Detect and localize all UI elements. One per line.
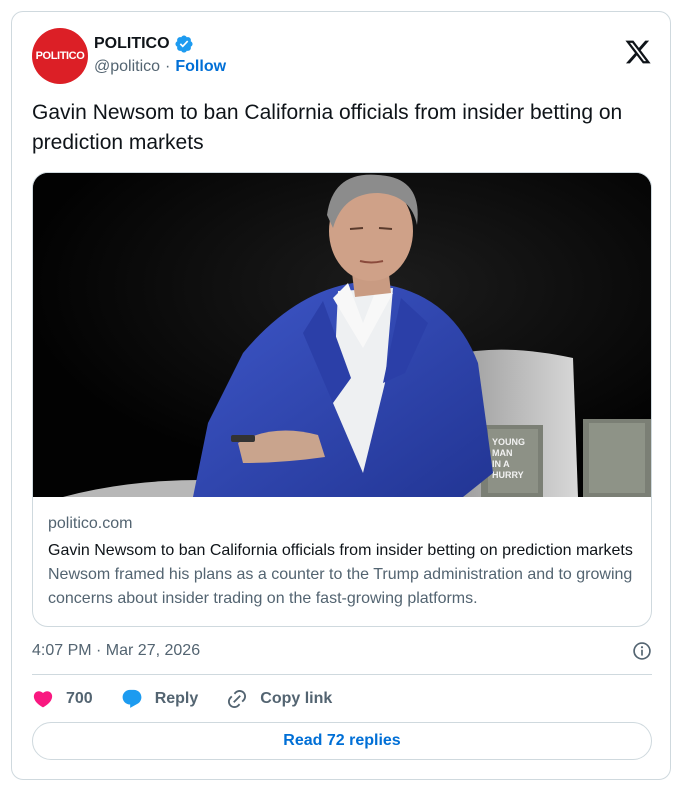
link-title: Gavin Newsom to ban California officials… [48, 542, 633, 559]
copy-link-label: Copy link [260, 690, 333, 707]
link-preview-card[interactable]: YOUNG MAN IN A HURRY politico.com Gavin … [32, 172, 652, 627]
post-timestamp[interactable]: 4:07 PM · Mar 27, 2026 [32, 642, 200, 660]
read-replies-label: Read 72 replies [283, 732, 401, 749]
avatar[interactable]: POLITICO [32, 28, 88, 84]
article-photo: YOUNG MAN IN A HURRY [33, 173, 651, 497]
book-cover-line-3: IN A [492, 459, 510, 469]
verified-badge-icon [175, 35, 193, 53]
author-name-row: POLITICO [94, 33, 194, 55]
link-card-meta: politico.com Gavin Newsom to ban Califor… [48, 513, 643, 611]
book-cover-line-1: YOUNG [492, 437, 525, 447]
like-count: 700 [66, 690, 93, 707]
post-text: Gavin Newsom to ban California officials… [32, 101, 623, 154]
heart-icon [33, 691, 53, 708]
avatar-logo-text: POLITICO [35, 50, 85, 62]
action-bar: 700 Reply Copy link [32, 685, 360, 713]
link-description: Newsom framed his plans as a counter to … [48, 566, 633, 607]
book-cover-line-2: MAN [492, 448, 513, 458]
embedded-post-card: POLITICO POLITICO @politico · Follow Gav… [11, 11, 671, 780]
link-domain: politico.com [48, 515, 133, 532]
handle-row: @politico · Follow [94, 58, 226, 76]
reply-label: Reply [154, 690, 199, 707]
read-replies-button[interactable]: Read 72 replies [32, 722, 652, 760]
reply-bubble-icon [122, 689, 142, 708]
x-logo-icon[interactable] [624, 38, 652, 66]
post-header: POLITICO POLITICO @politico · Follow [32, 28, 652, 86]
separator-dot: · [165, 58, 171, 75]
author-name[interactable]: POLITICO [94, 35, 170, 53]
copy-link-button[interactable]: Copy link [226, 688, 332, 710]
divider [32, 674, 652, 675]
info-icon[interactable] [632, 641, 652, 661]
timestamp-row: 4:07 PM · Mar 27, 2026 [32, 639, 652, 663]
reply-button[interactable]: Reply [121, 688, 199, 710]
book-cover-line-4: HURRY [492, 470, 524, 480]
article-photo-illustration: YOUNG MAN IN A HURRY [33, 173, 651, 497]
author-handle[interactable]: @politico [94, 58, 160, 76]
like-button[interactable]: 700 [32, 688, 93, 710]
follow-button[interactable]: Follow [175, 58, 226, 76]
link-chain-icon [228, 689, 247, 709]
